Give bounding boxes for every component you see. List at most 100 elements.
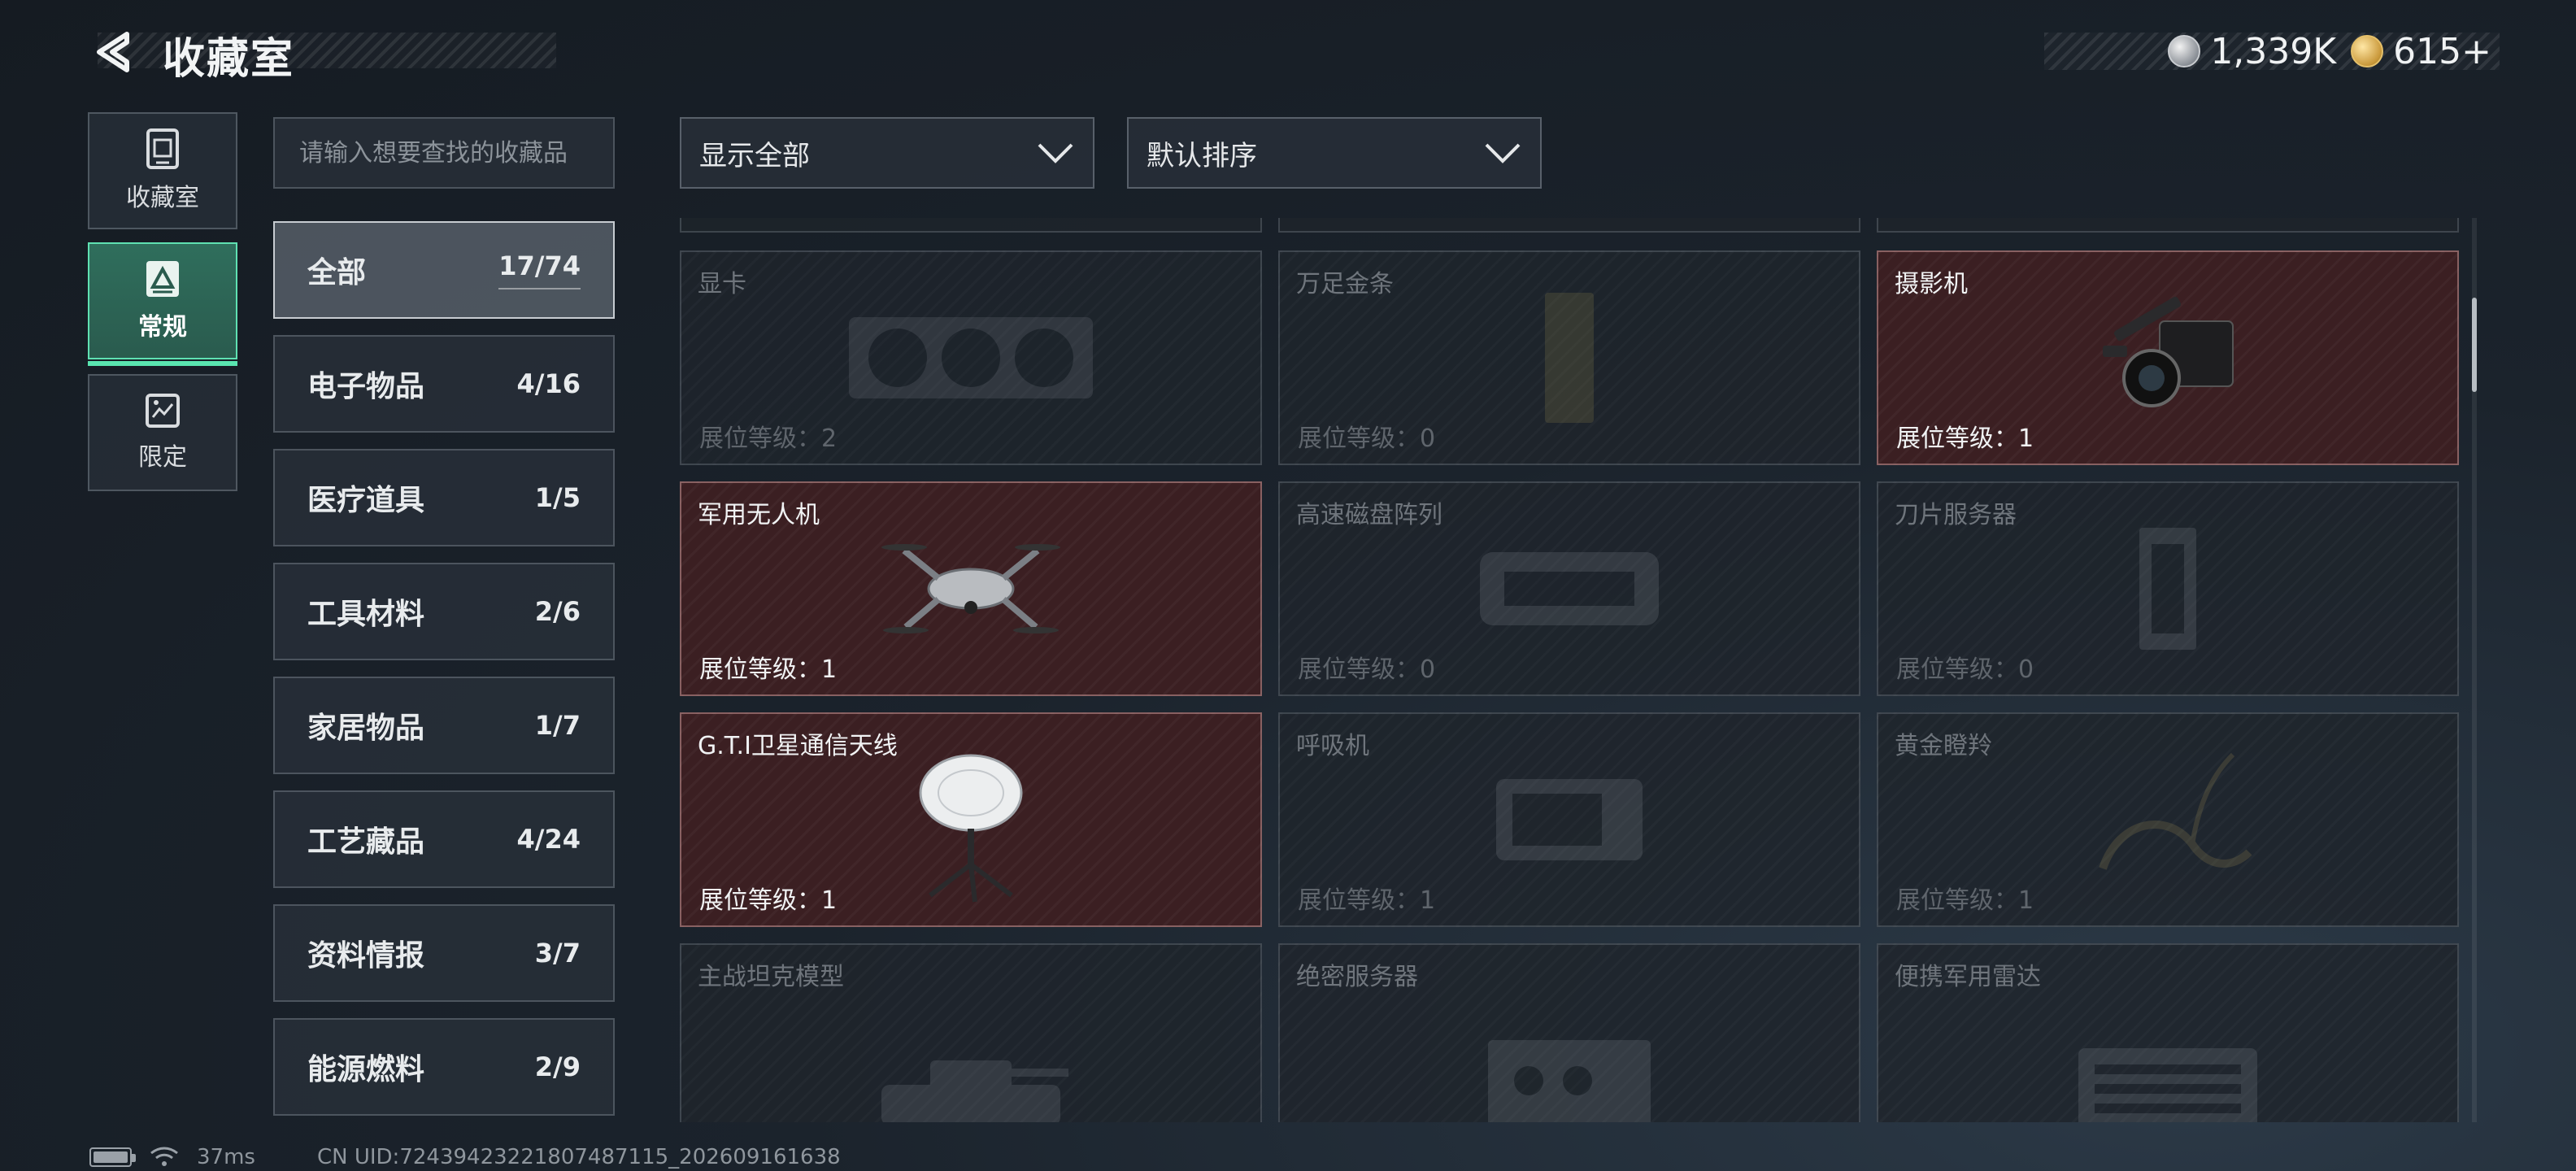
category-name: 家居物品 — [307, 712, 425, 745]
page-title: 收藏室 — [163, 35, 295, 84]
item-level: 展位等级：1 — [699, 655, 838, 684]
display-filter-dropdown[interactable]: 显示全部 — [680, 117, 1094, 189]
wifi-icon — [150, 1147, 178, 1166]
item-grid: 显卡 展位等级：2 万足金条 展位等级：0 摄影机 展位等级：1 军用无人机 展… — [680, 218, 2461, 1122]
back-button[interactable] — [88, 26, 140, 78]
sort-dropdown[interactable]: 默认排序 — [1127, 117, 1542, 189]
item-name: 绝密服务器 — [1296, 963, 1418, 991]
category-crafts[interactable]: 工艺藏品 4/24 — [273, 790, 615, 888]
item-name: 主战坦克模型 — [698, 963, 844, 991]
user-uid: CN UID:7243942322180748711​5_20260916163… — [316, 1145, 841, 1169]
display-filter-value: 显示全部 — [699, 139, 810, 172]
tank-model-icon — [881, 1060, 1068, 1122]
item-card-gold-bar[interactable]: 万足金条 展位等级：0 — [1278, 250, 1860, 465]
item-level: 展位等级：1 — [1298, 886, 1436, 915]
battery-icon — [89, 1147, 136, 1167]
gold-currency-value: 615+ — [2393, 30, 2491, 72]
secret-server-icon — [1488, 1039, 1651, 1122]
item-name: 黄金瞪羚 — [1895, 732, 1992, 760]
category-household[interactable]: 家居物品 1/7 — [273, 677, 615, 774]
category-count: 1/7 — [534, 710, 581, 741]
nav-tab-limited[interactable]: 限定 — [88, 374, 237, 491]
item-level: 展位等级：1 — [1896, 886, 2034, 915]
category-name: 电子物品 — [307, 370, 425, 403]
sort-value: 默认排序 — [1147, 139, 1257, 172]
item-name: 万足金条 — [1296, 270, 1394, 298]
status-footer: 37ms CN UID:7243942322180748711​5_202609… — [89, 1145, 841, 1169]
item-card-disk-array[interactable]: 高速磁盘阵列 展位等级：0 — [1278, 481, 1860, 696]
grid-scrollbar-thumb[interactable] — [2472, 298, 2477, 392]
item-name: 刀片服务器 — [1895, 501, 2017, 529]
item-name: G.T.I卫星通信天线 — [698, 732, 898, 760]
category-count: 1/5 — [534, 482, 581, 513]
currency-bar: 1,339K 615+ — [2044, 31, 2500, 72]
back-arrow-icon — [97, 32, 129, 72]
blade-server-icon — [2139, 528, 2196, 650]
nav-tab-regular[interactable]: 常规 — [88, 242, 237, 366]
nav-tab-label: 限定 — [138, 443, 187, 472]
item-card-ventilator[interactable]: 呼吸机 展位等级：1 — [1278, 712, 1860, 927]
ventilator-icon — [1496, 779, 1643, 860]
item-card-video-camera[interactable]: 摄影机 展位等级：1 — [1877, 250, 2459, 465]
category-all[interactable]: 全部 17/74 — [273, 221, 615, 319]
category-name: 工具材料 — [307, 598, 425, 631]
item-name: 显卡 — [698, 270, 746, 298]
search-input[interactable] — [299, 138, 589, 168]
gold-currency[interactable]: 615+ — [2351, 31, 2491, 72]
satellite-antenna-icon — [919, 754, 1023, 903]
item-name: 高速磁盘阵列 — [1296, 501, 1442, 529]
category-intel[interactable]: 资料情报 3/7 — [273, 904, 615, 1002]
item-level: 展位等级：2 — [699, 424, 838, 453]
item-card-secret-server[interactable]: 绝密服务器 — [1278, 943, 1860, 1122]
item-card-blade-server[interactable]: 刀片服务器 展位等级：0 — [1877, 481, 2459, 696]
category-count: 4/16 — [516, 368, 581, 399]
item-card-graphics-card[interactable]: 显卡 展位等级：2 — [680, 250, 1262, 465]
item-name: 便携军用雷达 — [1895, 963, 2041, 991]
category-medical[interactable]: 医疗道具 1/5 — [273, 449, 615, 546]
drone-icon — [881, 544, 1060, 633]
golden-gazelle-icon — [2099, 752, 2252, 870]
search-box[interactable] — [273, 117, 615, 189]
item-level: 展位等级：1 — [699, 886, 838, 915]
category-name: 全部 — [307, 256, 367, 289]
gold-bar-icon — [1545, 293, 1594, 423]
chevron-down-icon — [1485, 143, 1521, 163]
collection-room-icon — [146, 128, 179, 169]
category-count: 4/24 — [516, 824, 581, 855]
category-tools[interactable]: 工具材料 2/6 — [273, 563, 615, 660]
nav-tab-collection-room[interactable]: 收藏室 — [88, 112, 237, 229]
item-name: 军用无人机 — [698, 501, 820, 529]
category-electronics[interactable]: 电子物品 4/16 — [273, 335, 615, 433]
silver-currency-value: 1,339K — [2210, 30, 2337, 72]
silver-coin-icon — [2168, 35, 2201, 67]
silver-currency[interactable]: 1,339K — [2168, 31, 2336, 72]
item-card-portable-radar[interactable]: 便携军用雷达 — [1877, 943, 2459, 1122]
category-count: 3/7 — [534, 938, 581, 969]
item-card-military-drone[interactable]: 军用无人机 展位等级：1 — [680, 481, 1262, 696]
graphics-card-icon — [849, 317, 1093, 398]
chevron-down-icon — [1038, 143, 1073, 163]
item-card-satellite-antenna[interactable]: G.T.I卫星通信天线 展位等级：1 — [680, 712, 1262, 927]
item-level: 展位等级：0 — [1298, 655, 1436, 684]
category-count: 17/74 — [498, 250, 581, 289]
nav-tab-label: 常规 — [138, 313, 187, 342]
item-card-tank-model[interactable]: 主战坦克模型 — [680, 943, 1262, 1122]
video-camera-icon — [2103, 296, 2234, 407]
ping-value: 37ms — [197, 1145, 255, 1169]
category-name: 工艺藏品 — [307, 825, 425, 859]
category-name: 医疗道具 — [307, 484, 425, 517]
gold-coin-icon — [2351, 35, 2384, 67]
category-count: 2/9 — [534, 1051, 581, 1082]
item-level: 展位等级：0 — [1298, 424, 1436, 453]
item-level: 展位等级：0 — [1896, 655, 2034, 684]
category-count: 2/6 — [534, 596, 581, 627]
item-card-golden-gazelle[interactable]: 黄金瞪羚 展位等级：1 — [1877, 712, 2459, 927]
item-name: 摄影机 — [1895, 270, 1968, 298]
item-name: 呼吸机 — [1296, 732, 1369, 760]
limited-icon — [146, 394, 180, 428]
category-energy[interactable]: 能源燃料 2/9 — [273, 1018, 615, 1116]
item-level: 展位等级：1 — [1896, 424, 2034, 453]
nav-tab-label: 收藏室 — [126, 184, 199, 212]
disk-array-icon — [1480, 552, 1659, 625]
category-name: 资料情报 — [307, 939, 425, 973]
